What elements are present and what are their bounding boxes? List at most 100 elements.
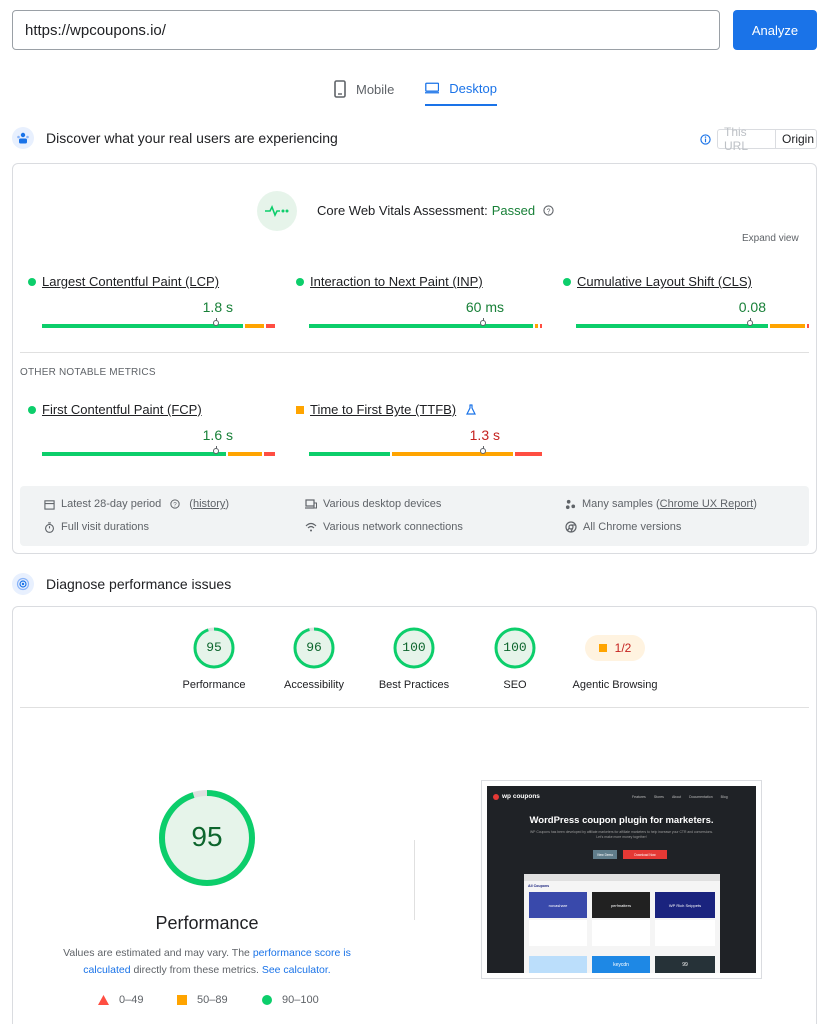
screenshot-tile: keycdn <box>592 956 650 973</box>
samples-dots-icon <box>565 499 576 509</box>
analyze-button[interactable]: Analyze <box>733 10 817 50</box>
connections-label: Various network connections <box>323 521 463 533</box>
divider <box>20 707 809 708</box>
screenshot-nav-item: About <box>671 795 682 799</box>
category-performance-label: Performance <box>182 679 246 691</box>
screenshot-headline: WordPress coupon plugin for marketers. <box>529 815 714 826</box>
screenshot-nav-item: Features <box>632 795 646 799</box>
legend-good: 90–100 <box>262 994 319 1006</box>
info-icon[interactable] <box>700 132 711 150</box>
cwv-assessment: Core Web Vitals Assessment: Passed ? <box>317 203 554 218</box>
screenshot-tile <box>529 956 587 973</box>
tab-mobile-label: Mobile <box>356 81 395 97</box>
note-mid: directly from these metrics. <box>130 964 262 976</box>
divider-vertical <box>414 840 415 920</box>
good-dot-icon <box>28 405 36 414</box>
screenshot-tile: 99 <box>655 956 715 973</box>
metric-ttfb-label: Time to First Byte (TTFB) <box>310 402 457 417</box>
svg-text:?: ? <box>547 208 551 215</box>
performance-gauge-large: 95 <box>157 788 257 888</box>
tab-desktop[interactable]: Desktop <box>425 72 497 106</box>
screenshot-canvas: wp coupons Features Stores About Documen… <box>487 786 756 973</box>
durations-label: Full visit durations <box>61 521 150 533</box>
crux-report-link[interactable]: Chrome UX Report <box>660 498 754 510</box>
inp-distribution-bar <box>309 318 542 328</box>
diagnose-title: Diagnose performance issues <box>46 576 232 592</box>
good-dot-icon <box>28 277 36 286</box>
this-url-toggle[interactable]: This URL <box>717 125 776 153</box>
category-seo[interactable]: 100 <box>483 626 547 670</box>
info-devices: Various desktop devices <box>305 498 441 510</box>
screenshot-tile: perfmatters <box>592 892 650 918</box>
users-icon <box>12 127 34 149</box>
help-icon[interactable]: ? <box>543 205 554 216</box>
triangle-icon <box>98 995 109 1005</box>
experimental-flask-icon <box>466 404 477 415</box>
legend-good-label: 90–100 <box>282 994 319 1006</box>
vitals-pulse-icon <box>257 191 297 231</box>
cls-distribution-bar <box>576 318 809 328</box>
screenshot-tile-text <box>529 920 587 946</box>
category-seo-label: SEO <box>503 679 527 691</box>
metric-lcp-value: 1.8 s <box>202 299 233 315</box>
performance-score-large: 95 <box>191 821 223 852</box>
score-note: Values are estimated and may vary. The p… <box>52 945 362 979</box>
metric-cls[interactable]: Cumulative Layout Shift (CLS) <box>563 274 752 289</box>
screenshot-tile: novashare <box>529 892 587 918</box>
wifi-icon <box>305 522 317 532</box>
metric-inp[interactable]: Interaction to Next Paint (INP) <box>296 274 483 289</box>
lighthouse-icon <box>12 573 34 595</box>
url-input[interactable] <box>12 10 720 50</box>
needs-improvement-square-icon <box>598 644 607 652</box>
metric-fcp-value: 1.6 s <box>202 427 233 443</box>
metric-lcp-label: Largest Contentful Paint (LCP) <box>42 274 220 289</box>
samples-text: Many samples (Chrome UX Report) <box>582 498 757 510</box>
good-dot-icon <box>296 277 304 286</box>
tab-mobile[interactable]: Mobile <box>334 72 394 106</box>
screenshot-inner-heading: All Coupons <box>528 884 550 888</box>
needs-improvement-square-icon <box>296 405 304 414</box>
screenshot-nav-item: Stores <box>653 795 664 799</box>
info-connections: Various network connections <box>305 521 463 533</box>
category-agentic-browsing[interactable]: 1/2 <box>585 635 645 661</box>
metric-fcp-label: First Contentful Paint (FCP) <box>42 402 202 417</box>
expand-view-link[interactable]: Expand view <box>742 233 799 244</box>
lcp-distribution-bar <box>42 318 275 328</box>
agentic-score: 1/2 <box>614 641 632 655</box>
devices-icon <box>305 498 317 509</box>
metric-cls-label: Cumulative Layout Shift (CLS) <box>577 274 752 289</box>
see-calculator-link[interactable]: See calculator. <box>262 964 331 976</box>
gauge-score: 100 <box>402 640 426 655</box>
screenshot-tile: WP Rich Snippets <box>655 892 715 918</box>
screenshot-demo-button: View Demo <box>593 850 617 859</box>
metric-ttfb[interactable]: Time to First Byte (TTFB) <box>296 402 477 417</box>
logo-icon <box>493 793 499 800</box>
category-performance[interactable]: 95 <box>182 626 246 670</box>
screenshot-nav: Features Stores About Documentation Blog <box>632 795 728 799</box>
metric-fcp[interactable]: First Contentful Paint (FCP) <box>28 402 202 417</box>
origin-toggle[interactable]: Origin <box>775 129 817 149</box>
metric-lcp[interactable]: Largest Contentful Paint (LCP) <box>28 274 219 289</box>
screenshot-subtext: WP Coupons has been developed by affilia… <box>529 830 713 839</box>
legend-poor: 0–49 <box>98 994 143 1006</box>
assessment-status: Passed <box>491 203 536 218</box>
category-best-practices[interactable]: 100 <box>382 626 446 670</box>
desktop-icon <box>425 82 440 94</box>
assessment-label: Core Web Vitals Assessment: <box>317 203 488 218</box>
category-accessibility[interactable]: 96 <box>282 626 346 670</box>
chrome-versions-label: All Chrome versions <box>583 521 682 533</box>
note-prefix: Values are estimated and may vary. The <box>63 947 253 959</box>
screenshot-download-button: Download Now <box>623 850 667 859</box>
period-label: Latest 28-day period <box>61 498 162 510</box>
metric-inp-label: Interaction to Next Paint (INP) <box>310 274 483 289</box>
good-dot-icon <box>563 277 571 286</box>
info-period: Latest 28-day period ? (history) <box>44 498 229 510</box>
screenshot-browser-mock: All Coupons novashare perfmatters WP Ric… <box>524 874 720 973</box>
gauge-score: 96 <box>306 640 322 655</box>
svg-text:?: ? <box>174 502 178 509</box>
fcp-distribution-bar <box>42 446 275 456</box>
history-link-text[interactable]: history <box>193 498 225 510</box>
history-link[interactable]: (history) <box>189 498 229 510</box>
info-durations: Full visit durations <box>44 521 149 533</box>
help-icon[interactable]: ? <box>170 499 180 509</box>
